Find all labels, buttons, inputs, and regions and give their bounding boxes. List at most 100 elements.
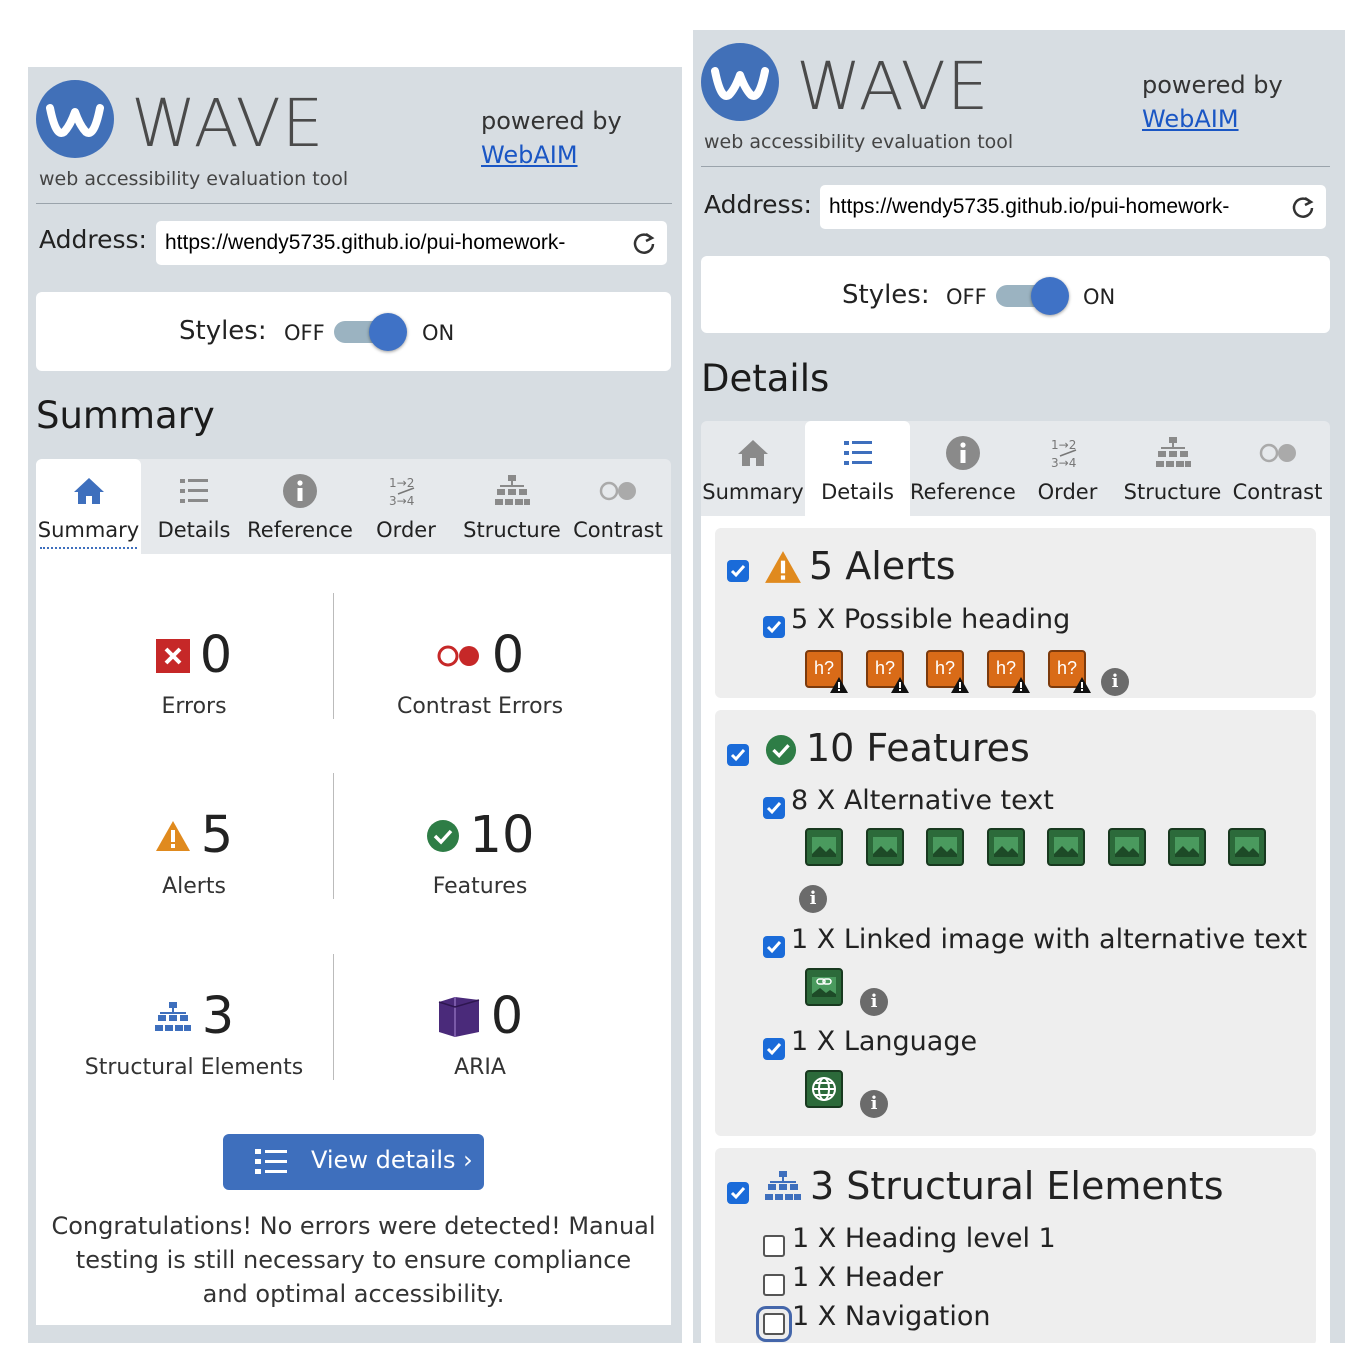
contrast-icon [599,481,636,501]
alt-text-checkbox[interactable] [763,797,785,819]
linked-image-chip[interactable] [805,968,843,1006]
info-icon[interactable]: i [860,1090,888,1118]
tab-summary[interactable]: Summary [701,421,805,516]
alt-text-chip[interactable] [987,828,1025,866]
address-url: https://wendy5735.github.io/pui-homework… [829,195,1230,218]
powered-by-text: powered by [1142,71,1283,99]
warning-badge-icon [891,677,909,693]
styles-on-label: ON [422,321,455,345]
contrast-errors-icon [437,645,479,667]
heading-level-1-checkbox[interactable] [763,1235,785,1257]
tab-label: Summary [37,518,140,542]
tab-structure[interactable]: Structure [459,459,565,554]
contrast-errors-label: Contrast Errors [396,694,564,719]
alt-text-chip[interactable] [866,828,904,866]
tab-reference[interactable]: Reference [247,459,353,554]
address-input[interactable]: https://wendy5735.github.io/pui-homework… [156,221,667,265]
wave-summary-panel: WAVE web accessibility evaluation tool p… [28,67,682,1343]
address-url: https://wendy5735.github.io/pui-homework… [165,231,566,254]
linked-image-checkbox[interactable] [763,936,785,958]
tab-summary[interactable]: Summary [36,459,141,554]
tab-contrast[interactable]: Contrast [1225,421,1330,516]
styles-switch-knob[interactable] [1031,277,1069,315]
alt-text-chip[interactable] [1228,828,1266,866]
features-label: Features [432,874,528,899]
webaim-link[interactable]: WebAIM [1142,105,1239,133]
alert-triangle-icon [765,551,801,583]
language-chip[interactable] [805,1070,843,1108]
stat-errors: 0 Errors [46,626,342,719]
alt-text-chip[interactable] [1108,828,1146,866]
possible-heading-chip[interactable]: h? [926,650,969,693]
info-icon[interactable]: i [799,885,827,913]
possible-heading-chip[interactable]: h? [987,650,1030,693]
aria-cube-icon [438,997,479,1037]
alt-text-chip[interactable] [926,828,964,866]
tab-bar: Summary Details Reference 1→2 3→4 Order S… [701,421,1330,516]
possible-heading-chip[interactable]: h? [805,650,848,693]
image-icon [873,837,897,857]
tab-label: Reference [910,480,1016,504]
tab-label: Contrast [1232,480,1323,504]
styles-switch-knob[interactable] [369,313,407,351]
header-checkbox[interactable] [763,1274,785,1296]
active-tab-underline [40,547,137,549]
tab-order[interactable]: 1→2 3→4 Order [1015,421,1120,516]
tab-label: Details [821,480,894,504]
tab-order[interactable]: 1→2 3→4 Order [353,459,459,554]
address-input[interactable]: https://wendy5735.github.io/pui-homework… [820,185,1326,229]
possible-heading-chip[interactable]: h? [1048,650,1091,693]
tab-details[interactable]: Details [141,459,247,554]
svg-text:3→4: 3→4 [1051,456,1076,470]
alt-text-chip[interactable] [1168,828,1206,866]
structure-checkbox[interactable] [727,1182,749,1204]
possible-heading-chip[interactable]: h? [866,650,909,693]
styles-label: Styles: [842,280,930,310]
list-icon [180,479,208,503]
tab-reference[interactable]: Reference [910,421,1016,516]
tab-label: Details [157,518,231,542]
warning-badge-icon [1012,677,1030,693]
possible-heading-checkbox[interactable] [763,616,785,638]
styles-label: Styles: [179,316,267,346]
navigation-checkbox[interactable] [756,1306,792,1342]
alerts-checkbox[interactable] [727,560,749,582]
alt-text-chip[interactable] [1047,828,1085,866]
info-icon[interactable]: i [1101,668,1129,696]
tab-details[interactable]: Details [805,421,910,516]
structure-icon [765,1171,801,1200]
errors-label: Errors [161,694,227,719]
contrast-icon [1259,443,1296,463]
features-checkbox[interactable] [727,744,749,766]
styles-toggle-box: Styles: OFF ON [36,292,671,371]
language-checkbox[interactable] [763,1038,785,1060]
possible-heading-label: 5 X Possible heading [791,604,1071,635]
info-icon [283,474,317,508]
svg-text:1→2: 1→2 [389,476,414,490]
check-circle-icon [765,734,797,766]
image-icon [1054,837,1078,857]
reload-icon[interactable] [1290,194,1316,220]
error-x-icon [155,639,190,673]
stat-contrast-errors: 0 Contrast Errors [332,626,628,719]
tab-structure[interactable]: Structure [1120,421,1225,516]
tab-contrast[interactable]: Contrast [565,459,671,554]
info-icon[interactable]: i [860,988,888,1016]
alerts-count: 5 [200,806,234,865]
tab-label: Order [1037,480,1098,504]
details-heading: Details [701,357,830,400]
image-icon [1235,837,1259,857]
contrast-errors-count: 0 [491,626,525,685]
alt-text-chip[interactable] [805,828,843,866]
alert-triangle-icon [155,821,190,851]
app-title: WAVE [796,48,990,125]
webaim-link[interactable]: WebAIM [481,141,578,169]
alerts-card: 5 Alerts 5 X Possible heading h? h? h? h… [715,528,1316,698]
app-tagline: web accessibility evaluation tool [39,168,349,190]
home-icon [73,478,104,504]
alt-text-label: 8 X Alternative text [791,785,1054,816]
linked-image-label: 1 X Linked image with alternative text [791,924,1308,955]
features-title: 10 Features [806,726,1030,770]
view-details-button[interactable]: View details › [223,1134,484,1190]
reload-icon[interactable] [631,230,657,256]
